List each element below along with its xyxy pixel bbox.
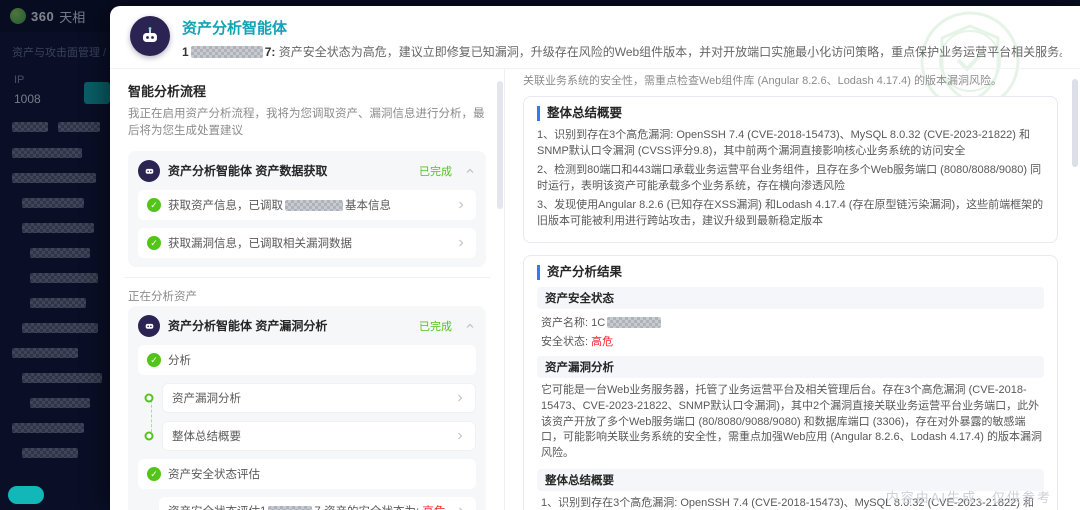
chevron-up-icon[interactable] [464,165,476,177]
chevron-up-icon[interactable] [464,320,476,332]
row-text: 获取资产信息，已调取基本信息 [168,197,391,213]
flow-title: 智能分析流程 [128,81,486,100]
row-text: 分析 [168,352,191,368]
modal-body: 智能分析流程 我正在启用资产分析流程，我将为您调取资产、漏洞信息进行分析，最后将… [110,69,1080,510]
modal-title: 资产分析智能体 [182,17,1062,38]
modal-summary-text: 资产安全状态为高危，建议立即修复已知漏洞，升级存在风险的Web组件版本，并对开放… [279,45,1062,59]
modal-header: 资产分析智能体 1 7: 资产安全状态为高危，建议立即修复已知漏洞，升级存在风险的… [110,6,1080,69]
vuln-analysis-band: 资产漏洞分析 [537,356,1044,378]
check-icon: ✓ [147,236,161,250]
overall-summary-title: 整体总结概要 [537,106,1044,121]
stage1-header[interactable]: 资产分析智能体 资产数据获取 已完成 [138,160,476,182]
flow-row-status-eval[interactable]: ✓ 资产安全状态评估 [138,459,476,489]
timeline-label: 整体总结概要 [172,428,241,444]
timeline-item-overall-summary[interactable]: 整体总结概要 [162,421,476,451]
redacted-inline [607,317,661,328]
chevron-right-icon [454,430,466,442]
security-status-row: 安全状态: 高危 [541,333,1044,349]
robot-avatar-icon [138,160,160,182]
robot-avatar-icon [130,16,170,56]
done-badge: 已完成 [419,318,452,334]
modal-subtitle: 1 7: 资产安全状态为高危，建议立即修复已知漏洞，升级存在风险的Web组件版本，… [182,43,1062,60]
flow-row-eval-detail[interactable]: 资产安全状态评估17 资产的安全状态为: 高危 [159,497,476,510]
summary-item: 1、识别到存在3个高危漏洞: OpenSSH 7.4 (CVE-2018-154… [537,128,1044,160]
flow-row-vuln-info[interactable]: ✓ 获取漏洞信息，已调取相关漏洞数据 [138,228,476,258]
stage2-title: 资产分析智能体 资产漏洞分析 [168,317,411,334]
background-action-button[interactable] [8,486,44,504]
stage1-title: 资产分析智能体 资产数据获取 [168,162,411,179]
modal-header-texts: 资产分析智能体 1 7: 资产安全状态为高危，建议立即修复已知漏洞，升级存在风险的… [182,16,1062,60]
risk-level-high: 高危 [591,336,613,348]
flow-row-asset-info[interactable]: ✓ 获取资产信息，已调取基本信息 [138,190,476,220]
row-text: 获取漏洞信息，已调取相关漏洞数据 [168,235,352,251]
analysis-results-pane: 关联业务系统的安全性，需重点检查Web组件库 (Angular 8.2.6、Lo… [505,69,1080,510]
chevron-right-icon [455,199,467,211]
analyzing-label: 正在分析资产 [128,288,486,304]
summary-item: 2、检测到80端口和443端口承载业务运营平台业务组件，且存在多个Web服务端口… [537,163,1044,195]
overall-summary-box: 整体总结概要 1、识别到存在3个高危漏洞: OpenSSH 7.4 (CVE-2… [523,96,1058,243]
right-pane-scrollbar[interactable] [1072,79,1078,167]
clipped-previous-text: 关联业务系统的安全性，需重点检查Web组件库 (Angular 8.2.6、Lo… [523,72,1058,88]
asset-name-prefix: 1 [182,45,189,59]
left-pane-scrollbar[interactable] [497,81,503,209]
robot-avatar-icon [138,315,160,337]
check-icon: ✓ [147,467,161,481]
redacted-asset-name [191,46,263,58]
timeline-item-vuln-analysis[interactable]: 资产漏洞分析 [162,383,476,413]
chevron-right-icon [455,237,467,249]
flow-row-analysis[interactable]: ✓ 分析 [138,345,476,375]
row-text: 资产安全状态评估 [168,466,260,482]
done-badge: 已完成 [419,163,452,179]
flow-intro: 我正在启用资产分析流程，我将为您调取资产、漏洞信息进行分析，最后将为您生成处置建… [128,106,486,141]
stage-card-vuln-analysis: 资产分析智能体 资产漏洞分析 已完成 ✓ 分析 资产漏洞分析 整体总结概要 [128,306,486,510]
check-icon: ✓ [147,353,161,367]
check-icon: ✓ [147,198,161,212]
redacted-inline [285,200,343,211]
row-text: 资产安全状态评估17 资产的安全状态为: 高危 [168,503,445,510]
asset-name-row: 资产名称: 1C [541,314,1044,330]
security-status-band: 资产安全状态 [537,287,1044,309]
chevron-right-icon [454,392,466,404]
ai-watermark: 内容由AI生成，仅供参考 [886,487,1052,506]
asset-analysis-result-box: 资产分析结果 资产安全状态 资产名称: 1C 安全状态: 高危 资产漏洞分析 它… [523,255,1058,510]
risk-level-high: 高危 [422,506,445,510]
summary-item: 3、发现使用Angular 8.2.6 (已知存在XSS漏洞) 和Lodash … [537,198,1044,230]
stage2-header[interactable]: 资产分析智能体 资产漏洞分析 已完成 [138,315,476,337]
analysis-flow-pane: 智能分析流程 我正在启用资产分析流程，我将为您调取资产、漏洞信息进行分析，最后将… [110,69,505,510]
stage-card-data-fetch: 资产分析智能体 资产数据获取 已完成 ✓ 获取资产信息，已调取基本信息 ✓ 获取… [128,151,486,267]
chevron-right-icon [455,505,467,510]
asset-analysis-modal: 资产分析智能体 1 7: 资产安全状态为高危，建议立即修复已知漏洞，升级存在风险的… [110,6,1080,510]
timeline-label: 资产漏洞分析 [172,390,241,406]
vuln-analysis-text: 它可能是一台Web业务服务器，托管了业务运营平台及相关管理后台。存在3个高危漏洞… [541,383,1044,463]
divider [124,277,490,278]
asset-name-suffix: 7: [265,45,276,59]
result-box-title: 资产分析结果 [537,265,1044,280]
analysis-timeline: 资产漏洞分析 整体总结概要 [148,383,476,451]
redacted-inline [268,506,312,510]
